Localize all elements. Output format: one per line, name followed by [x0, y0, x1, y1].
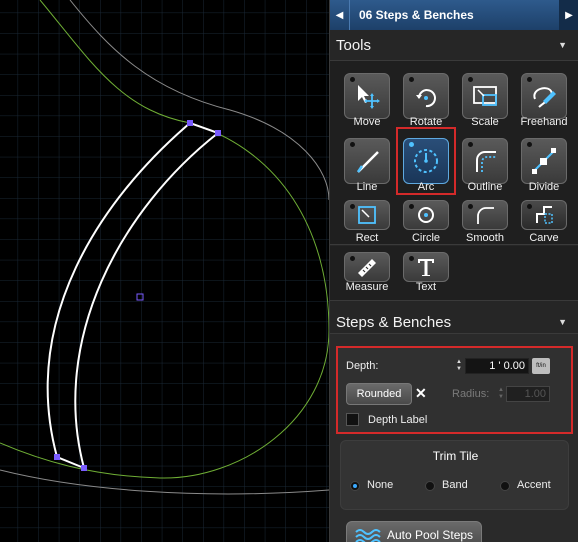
circle-icon — [418, 207, 434, 223]
outline-icon — [476, 151, 496, 172]
line-icon — [356, 151, 379, 173]
text-button[interactable] — [403, 252, 449, 282]
measure-button[interactable] — [344, 252, 390, 282]
tool-indicator — [409, 204, 414, 209]
tool-freehand[interactable]: Freehand — [514, 64, 568, 128]
freehand-icon — [533, 87, 556, 108]
chevron-down-icon[interactable]: ▼ — [558, 317, 567, 327]
control-handle[interactable] — [81, 465, 87, 471]
tool-outline[interactable]: Outline — [455, 129, 509, 193]
tool-label: Freehand — [520, 116, 568, 128]
measure-icon — [358, 259, 376, 277]
tool-label: Smooth — [466, 232, 504, 244]
chevron-left-icon: ◀ — [335, 9, 344, 21]
trim-option-label: Accent — [517, 479, 551, 491]
circle-button[interactable] — [403, 200, 449, 230]
tool-move[interactable]: Move — [337, 64, 391, 128]
carve-icon — [536, 206, 553, 224]
tool-indicator — [468, 142, 473, 147]
tool-indicator — [527, 204, 532, 209]
tool-measure[interactable]: Measure — [337, 246, 391, 306]
panel-title: 06 Steps & Benches — [359, 8, 474, 22]
tool-circle[interactable]: Circle — [396, 194, 450, 254]
tool-indicator — [468, 204, 473, 209]
control-handle[interactable] — [54, 454, 60, 460]
rect-icon — [358, 206, 376, 224]
depth-settings-highlight — [336, 346, 573, 434]
drawing-canvas[interactable] — [0, 0, 329, 542]
tool-indicator — [350, 142, 355, 147]
chevron-down-icon[interactable]: ▼ — [558, 40, 567, 50]
outline-button[interactable] — [462, 138, 508, 184]
trim-radio-band[interactable] — [425, 481, 435, 491]
control-handle[interactable] — [187, 120, 193, 126]
tool-indicator — [468, 77, 473, 82]
scale-button[interactable] — [462, 73, 508, 119]
steps-panel: Depth: ▲ ▼ 1 ' 0.00 ft/in Rounded ✕ Radiu… — [330, 333, 578, 542]
tool-indicator — [350, 256, 355, 261]
tool-indicator — [409, 77, 414, 82]
tool-label: Divide — [528, 181, 560, 193]
tool-label: Circle — [411, 232, 441, 244]
tool-line[interactable]: Line — [337, 129, 391, 193]
tool-scale[interactable]: Scale — [455, 64, 509, 128]
tool-text[interactable]: Text — [396, 246, 450, 306]
smooth-icon — [477, 207, 494, 224]
rotate-icon — [416, 89, 436, 108]
tool-label: Outline — [467, 181, 503, 193]
scale-icon — [473, 86, 497, 106]
control-handle[interactable] — [215, 130, 221, 136]
tool-rotate[interactable]: Rotate — [396, 64, 450, 128]
tools-title: Tools — [336, 36, 372, 54]
tool-indicator — [350, 204, 355, 209]
auto-pool-steps-label: Auto Pool Steps — [387, 528, 474, 542]
tool-label: Carve — [529, 232, 559, 244]
tool-indicator — [527, 142, 532, 147]
tool-indicator — [527, 77, 532, 82]
rotate-button[interactable] — [403, 73, 449, 119]
side-panel: ◀ 06 Steps & Benches ▶ Tools ▼ Move Rota… — [329, 0, 578, 542]
move-icon — [358, 85, 380, 109]
tool-label: Move — [353, 116, 381, 128]
nav-prev-button[interactable]: ◀ — [330, 0, 350, 30]
divide-button[interactable] — [521, 138, 567, 184]
trim-radio-none[interactable] — [350, 481, 360, 491]
text-icon — [418, 259, 434, 276]
pool-steps-icon — [355, 529, 381, 542]
tool-label: Scale — [471, 116, 499, 128]
trim-option-label: None — [367, 479, 394, 491]
steps-section-header[interactable]: Steps & Benches ▼ — [330, 308, 578, 336]
extra-tools: Measure Text — [330, 246, 578, 301]
auto-pool-steps-button[interactable]: Auto Pool Steps — [346, 521, 482, 542]
tool-indicator — [350, 77, 355, 82]
tool-smooth[interactable]: Smooth — [455, 194, 509, 254]
smooth-button[interactable] — [462, 200, 508, 230]
panel-header: ◀ 06 Steps & Benches ▶ — [330, 0, 578, 30]
carve-button[interactable] — [521, 200, 567, 230]
tool-label: Measure — [345, 281, 389, 293]
move-button[interactable] — [344, 73, 390, 119]
chevron-right-icon: ▶ — [565, 9, 573, 21]
line-button[interactable] — [344, 138, 390, 184]
tool-rect[interactable]: Rect — [337, 194, 391, 254]
trim-radio-accent[interactable] — [500, 481, 510, 491]
trim-title: Trim Tile — [432, 449, 479, 463]
nav-next-button[interactable]: ▶ — [559, 0, 578, 30]
trim-option-label: Band — [442, 479, 468, 491]
freehand-button[interactable] — [521, 73, 567, 119]
tool-label: Rect — [355, 232, 379, 244]
arc-tool-highlight — [396, 127, 456, 195]
tool-indicator — [409, 256, 414, 261]
rect-button[interactable] — [344, 200, 390, 230]
divide-icon — [532, 148, 556, 174]
tool-label: Text — [415, 281, 437, 293]
tools-section-header[interactable]: Tools ▼ — [330, 31, 578, 59]
tool-divide[interactable]: Divide — [514, 129, 568, 193]
steps-title: Steps & Benches — [336, 313, 452, 331]
tool-label: Line — [356, 181, 378, 193]
canvas-drawing[interactable] — [0, 0, 329, 542]
trim-tile-group: Trim Tile None Band Accent — [340, 440, 569, 510]
tool-carve[interactable]: Carve — [514, 194, 568, 254]
